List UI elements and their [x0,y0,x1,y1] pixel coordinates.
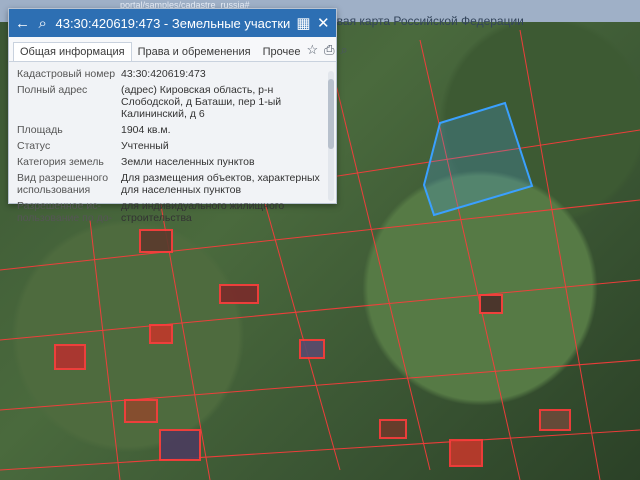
field-row-permitted-use-doc: Разрешенное ис-пользование по до- для ин… [17,200,328,224]
map-title: овая карта Российской Федерации [330,14,524,28]
panel-tabs: Общая информация Права и обременения Про… [9,37,348,62]
zoom-icon[interactable]: ⌕ [341,42,348,58]
favorite-icon[interactable]: ☆ [306,42,318,58]
field-row-cadastral-number: Кадастровый номер 43:30:420619:473 [17,68,328,80]
field-value: Для размещения объектов, характерных для… [121,172,320,196]
close-icon[interactable]: ✕ [317,13,330,33]
panel-header: ← ⌕ 43:30:420619:473 - Земельные участки… [9,9,336,37]
field-value: Учтенный [121,140,169,152]
field-row-area: Площадь 1904 кв.м. [17,124,328,136]
field-value: 43:30:420619:473 [121,68,206,80]
field-label: Категория земель [17,156,104,168]
field-row-permitted-use: Вид разрешенного использования Для разме… [17,172,328,196]
houses [54,229,571,467]
panel-scrollbar-thumb[interactable] [328,79,334,149]
field-label: Площадь [17,124,63,136]
field-value: 1904 кв.м. [121,124,171,136]
field-label: Разрешенное ис-пользование по до- [17,200,113,224]
parcel-info-panel: ← ⌕ 43:30:420619:473 - Земельные участки… [8,8,348,224]
panel-title: 43:30:420619:473 - Земельные участки [55,15,291,31]
print-icon[interactable]: ⎙ [324,42,334,58]
field-label: Кадастровый номер [17,68,116,80]
field-row-land-category: Категория земель Земли населенных пункто… [17,156,328,168]
field-row-status: Статус Учтенный [17,140,328,152]
field-value: (адрес) Кировская область, р-н Слободско… [121,84,282,120]
tab-other[interactable]: Прочее [257,43,307,61]
panel-scrollbar[interactable] [328,71,334,201]
tab-rights[interactable]: Права и обременения [132,43,257,61]
back-icon[interactable]: ← [15,13,30,33]
tab-general[interactable]: Общая информация [13,42,132,61]
field-label: Полный адрес [17,84,88,96]
search-icon[interactable]: ⌕ [36,13,49,33]
panel-tools: ☆ ⎙ ⌕ [306,42,353,61]
field-value: для индивидуального жилищного строительс… [121,200,285,224]
field-row-address: Полный адрес (адрес) Кировская область, … [17,84,328,120]
field-label: Статус [17,140,51,152]
field-label: Вид разрешенного использования [17,172,109,196]
field-list: Кадастровый номер 43:30:420619:473 Полны… [9,62,336,234]
layers-icon[interactable]: ▦ [296,13,310,33]
selected-parcel [422,101,534,217]
field-value: Земли населенных пунктов [121,156,255,168]
